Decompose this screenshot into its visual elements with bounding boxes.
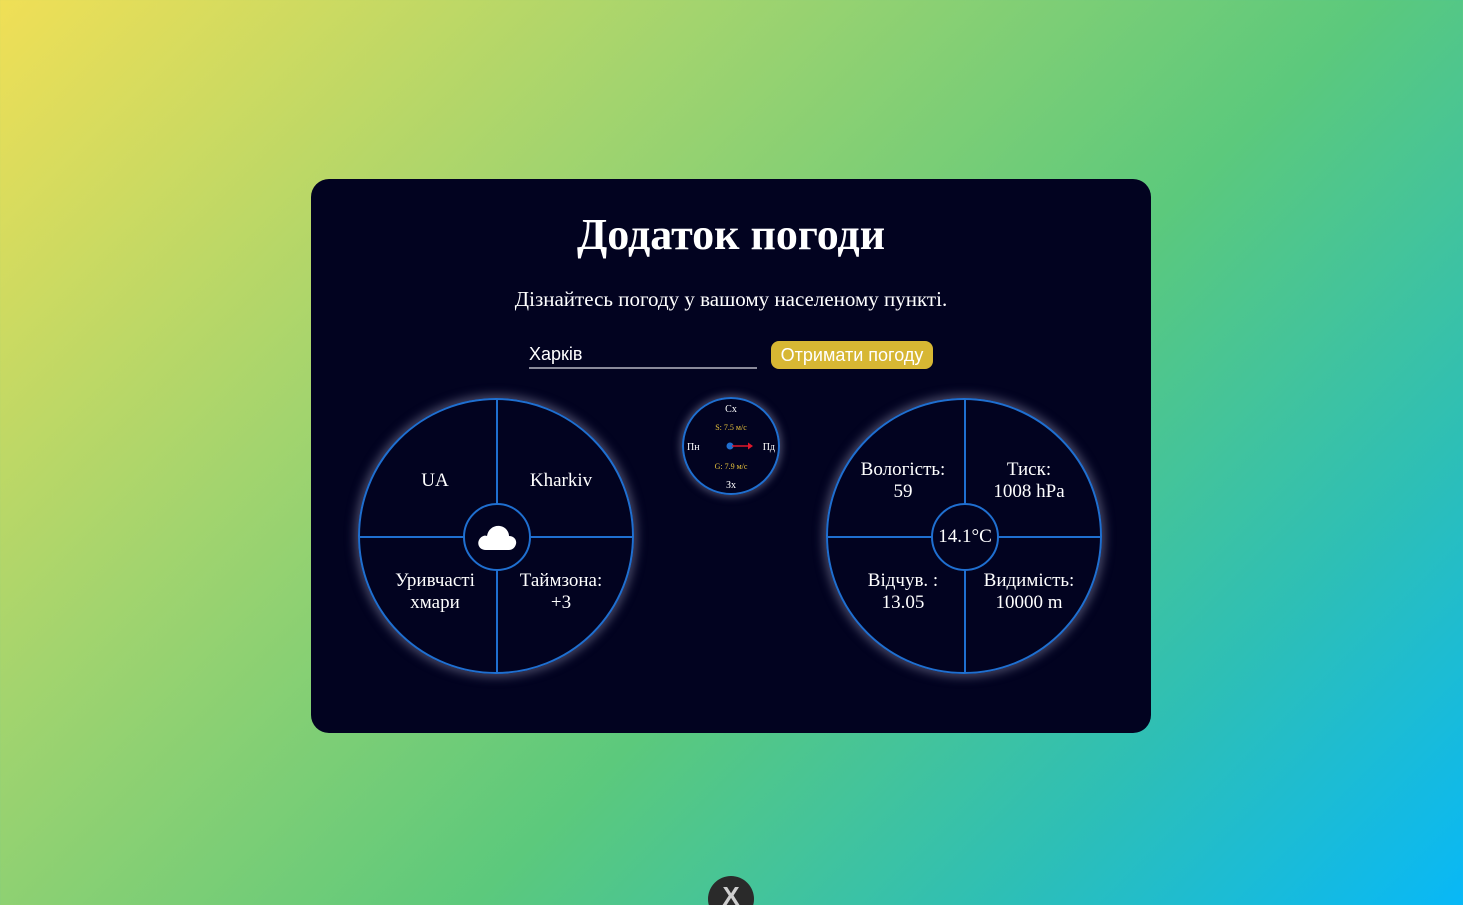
timezone-label: Таймзона: [519, 570, 603, 591]
wind-label-right: Пд [762, 442, 775, 453]
city-input[interactable] [529, 341, 757, 369]
weather-card: Додаток погоди Дізнайтесь погоду у вашом… [311, 179, 1151, 733]
visibility: Видимість: 10000 m [964, 570, 1094, 614]
pressure: Тиск: 1008 hPa [964, 459, 1094, 503]
feels-like-value: 13.05 [881, 592, 925, 613]
weather-description: Уривчасті хмари [395, 570, 475, 613]
feels-like: Відчув. : 13.05 [838, 570, 968, 614]
timezone: Таймзона: +3 [496, 570, 626, 614]
details-circle: Вологість: 59 Тиск: 1008 hPa Відчув. : 1… [826, 398, 1102, 674]
visibility-label: Видимість: [983, 570, 1075, 591]
visibility-value: 10000 m [995, 592, 1063, 613]
cloud-icon [478, 525, 517, 550]
wind-speed: S: 7.5 м/с [715, 423, 747, 432]
feels-like-label: Відчув. : [867, 570, 939, 591]
pressure-label: Тиск: [1006, 459, 1052, 480]
floating-x-button[interactable]: X [708, 876, 754, 905]
get-weather-button[interactable]: Отримати погоду [771, 341, 933, 369]
timezone-value: +3 [550, 592, 572, 613]
humidity-value: 59 [893, 481, 913, 502]
humidity-label: Вологість: [860, 459, 946, 480]
city-name: Kharkiv [529, 470, 593, 491]
temperature-value: 14.1°C [938, 526, 992, 547]
temperature-circle: 14.1°C [931, 503, 999, 571]
country-code: UA [421, 470, 449, 491]
wind-compass: Сх S: 7.5 м/с Пн Пд G: 7.9 м/с Зх [682, 397, 780, 495]
wind-gust: G: 7.9 м/с [714, 462, 748, 471]
wind-direction-arrow-icon [726, 442, 753, 450]
humidity: Вологість: 59 [838, 459, 968, 503]
location-circle: UA Kharkiv Уривчасті хмари Таймзона: +3 [358, 398, 634, 674]
wind-label-bottom: Зх [725, 480, 736, 491]
wind-label-top: Сх [725, 404, 737, 415]
wind-label-left: Пн [687, 442, 700, 453]
weather-icon-circle [463, 503, 531, 571]
page-subtitle: Дізнайтесь погоду у вашому населеному пу… [514, 287, 948, 311]
page-title: Додаток погоди [576, 210, 886, 259]
pressure-value: 1008 hPa [993, 481, 1065, 502]
